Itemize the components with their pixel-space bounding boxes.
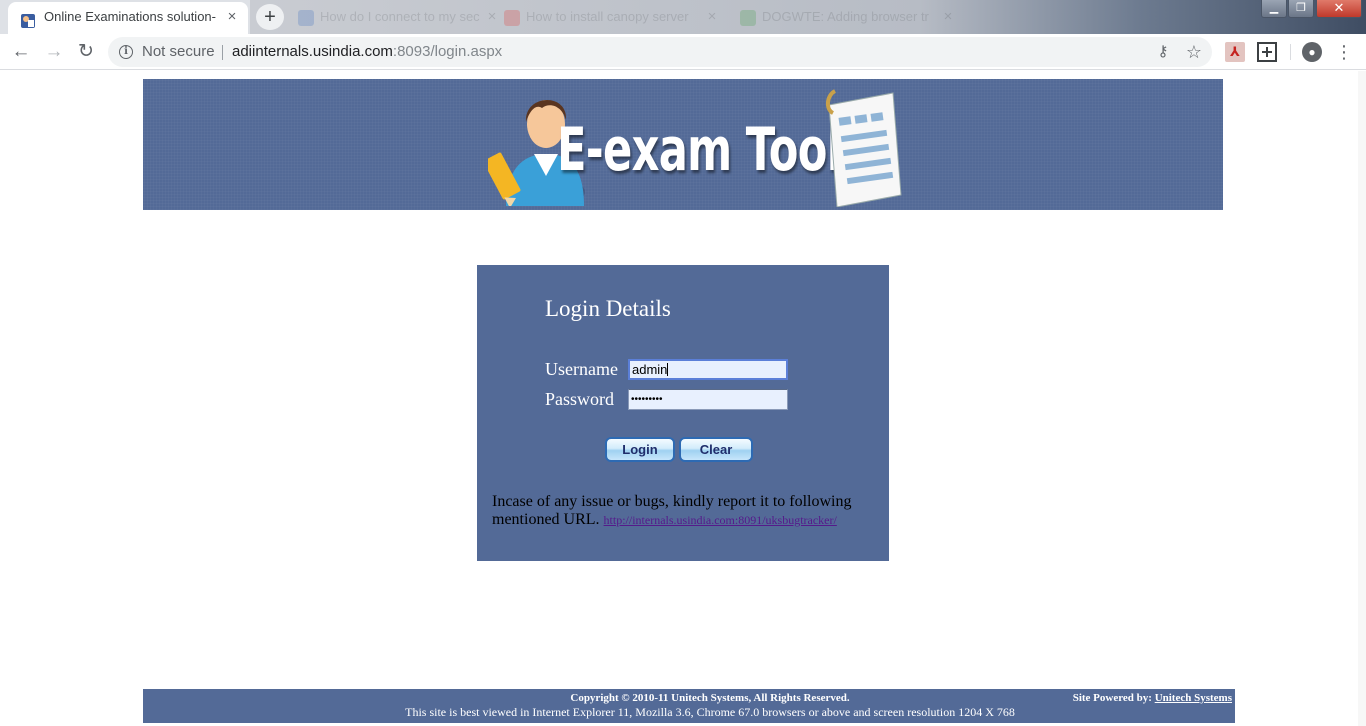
url-path: :8093/login.aspx: [392, 43, 503, 60]
bug-tracker-link[interactable]: http://internals.usindia.com:8091/uksbug…: [604, 513, 837, 527]
header-banner: E-exam Tool: [143, 79, 1223, 210]
login-title: Login Details: [545, 296, 671, 321]
browser-support-text: This site is best viewed in Internet Exp…: [405, 705, 1015, 719]
powered-by-label: Site Powered by:: [1072, 692, 1152, 704]
new-tab-button[interactable]: +: [256, 4, 284, 30]
tab-title: DOGWTE: Adding browser tr: [762, 9, 929, 24]
tab-close-icon[interactable]: ×: [704, 2, 720, 32]
url-separator: [222, 45, 223, 60]
text-caret: [667, 363, 669, 376]
close-window-button[interactable]: ✕: [1316, 0, 1362, 18]
page-scrollbar[interactable]: [1358, 71, 1366, 726]
forward-arrow-icon[interactable]: →: [40, 38, 68, 66]
tab-title: Online Examinations solution-: [44, 9, 216, 24]
site-favicon-icon: [20, 10, 36, 28]
tab-favicon-icon: [740, 10, 756, 26]
toolbar-divider: [1290, 44, 1291, 60]
tab-strip: Online Examinations solution- × + How do…: [0, 0, 1366, 34]
login-panel: Login Details Username admin Password ••…: [477, 265, 889, 561]
tab-favicon-icon: [298, 10, 314, 26]
page-footer: Copyright © 2010-11 Unitech Systems, All…: [143, 689, 1235, 723]
table-extension-icon[interactable]: [1257, 42, 1277, 62]
clear-button[interactable]: Clear: [679, 437, 753, 462]
tab-close-icon[interactable]: ×: [940, 2, 956, 32]
info-icon[interactable]: i: [119, 45, 133, 59]
username-value: admin: [632, 362, 668, 377]
password-input[interactable]: •••••••••: [628, 389, 788, 410]
banner-title: E-exam Tool: [557, 115, 842, 185]
star-bookmark-icon[interactable]: ☆: [1182, 37, 1206, 67]
key-icon[interactable]: ⚷: [1151, 37, 1175, 67]
security-status[interactable]: Not secure: [142, 37, 215, 67]
url-host: adiinternals.usindia.com: [232, 43, 393, 60]
tab-close-icon[interactable]: ×: [224, 2, 240, 32]
tab-background-2[interactable]: How to install canopy server ×: [492, 2, 728, 34]
powered-by-link[interactable]: Unitech Systems: [1155, 692, 1232, 704]
username-input[interactable]: admin: [628, 359, 788, 380]
tab-title: How do I connect to my sec: [320, 9, 480, 24]
minimize-button[interactable]: ▁: [1261, 0, 1287, 18]
tab-title: How to install canopy server: [526, 9, 689, 24]
maximize-button[interactable]: ❐: [1288, 0, 1314, 18]
url-text[interactable]: adiinternals.usindia.com:8093/login.aspx: [232, 37, 502, 67]
login-button[interactable]: Login: [605, 437, 675, 462]
profile-icon[interactable]: ●: [1302, 42, 1322, 62]
pdf-extension-icon[interactable]: ⅄: [1225, 42, 1245, 62]
username-label: Username: [545, 359, 618, 379]
password-label: Password: [545, 389, 615, 409]
powered-by: Site Powered by: Unitech Systems: [1073, 692, 1232, 704]
back-arrow-icon[interactable]: ←: [7, 38, 35, 66]
tab-online-examinations[interactable]: Online Examinations solution- ×: [8, 2, 248, 34]
tab-background-3[interactable]: DOGWTE: Adding browser tr ×: [728, 2, 964, 34]
address-bar[interactable]: i Not secure adiinternals.usindia.com:80…: [108, 37, 1212, 67]
browser-toolbar: ← → ↻ i Not secure adiinternals.usindia.…: [0, 34, 1366, 70]
menu-icon[interactable]: ⋮: [1334, 42, 1354, 62]
support-note: Incase of any issue or bugs, kindly repo…: [492, 493, 882, 529]
document-clipboard-icon: [826, 89, 902, 207]
tab-background-1[interactable]: How do I connect to my sec ×: [286, 2, 508, 34]
reload-icon[interactable]: ↻: [72, 38, 100, 66]
youtube-icon: [504, 10, 520, 26]
